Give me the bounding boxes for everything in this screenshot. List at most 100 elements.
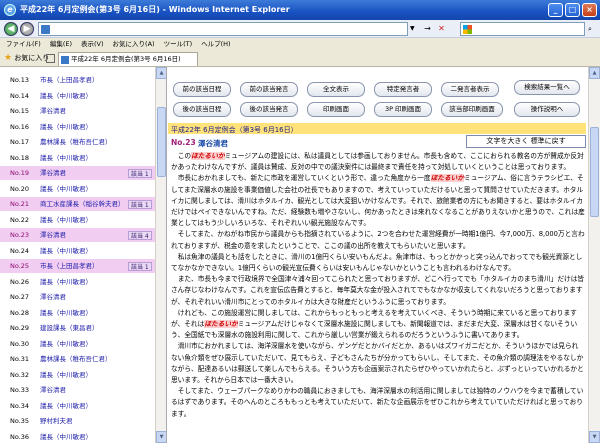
speaker-list-name[interactable]: 議長（中川敏君）	[40, 89, 92, 103]
speaker-list-number: No.20	[10, 184, 30, 193]
menu-help[interactable]: ヘルプ(H)	[201, 38, 230, 50]
speaker-list-number: No.21	[10, 200, 30, 208]
speaker-list-name[interactable]: 議長（中川敏君）	[40, 213, 92, 227]
scroll-thumb[interactable]	[157, 107, 166, 177]
speaker-list-name[interactable]: 野村利夫君	[40, 414, 73, 428]
speaker-list-name[interactable]: 澤谷清君	[40, 166, 66, 180]
next-day-button[interactable]: 後の該当日程	[173, 102, 231, 117]
speaker-list-name[interactable]: 議長（中川敏君）	[40, 244, 92, 258]
speaker-list-item[interactable]: No.25 市長（上田昌孝君） 該当 1	[0, 259, 155, 273]
speaker-list-name[interactable]: 農林課長（稚布吾仁君）	[40, 352, 112, 366]
speaker-list-name[interactable]: 市長（上田昌孝君）	[40, 259, 99, 273]
two-speakers-button[interactable]: 二発言者表示	[441, 82, 499, 97]
speaker-list-item[interactable]: No.18 議長（中川敏君）	[0, 151, 155, 165]
results-list-button[interactable]: 検索結果一覧へ	[514, 80, 580, 95]
scroll-up-icon[interactable]: ▲	[156, 67, 166, 79]
speaker-list-item[interactable]: No.32 議長（中川敏君）	[0, 368, 155, 382]
menu-view[interactable]: 表示(V)	[81, 38, 104, 50]
speaker-list-item[interactable]: No.21 商工水産課長（稲谷幹夫君） 該当 1	[0, 197, 155, 211]
address-input[interactable]	[38, 22, 408, 36]
speaker-list-item[interactable]: No.29 建設課長（東昌君）	[0, 321, 155, 335]
maximize-button[interactable]: □	[565, 3, 580, 17]
stop-icon[interactable]: ✕	[436, 23, 447, 34]
speaker-list-name[interactable]: 議長（中川敏君）	[40, 182, 92, 196]
menu-favorites[interactable]: お気に入り(A)	[113, 38, 155, 50]
speaker-list-item[interactable]: No.19 澤谷清君 該当 1	[0, 166, 155, 180]
content-scrollbar[interactable]: ▲ ▼	[588, 67, 600, 443]
speaker-list-item[interactable]: No.23 澤谷清君 該当 4	[0, 228, 155, 242]
speaker-list-item[interactable]: No.31 農林課長（稚布吾仁君）	[0, 352, 155, 366]
speaker-list-name[interactable]: 市長（上田昌孝君）	[40, 73, 99, 87]
print-matched-button[interactable]: 該当部印刷画面	[441, 102, 503, 117]
prev-day-button[interactable]: 前の該当日程	[173, 82, 231, 97]
speaker-list-name[interactable]: 農林課長（稚布吾仁君）	[40, 135, 112, 149]
menu-tools[interactable]: ツール(T)	[164, 38, 193, 50]
forward-button[interactable]: ▶	[20, 22, 34, 36]
specific-speaker-button[interactable]: 特定発言者	[374, 82, 432, 97]
speaker-list-item[interactable]: No.28 議長（中川敏君）	[0, 306, 155, 320]
favorites-button[interactable]: ★ お気に入り	[4, 53, 49, 64]
minimize-button[interactable]: _	[548, 3, 563, 17]
print-all-button[interactable]: 3P 印刷画面	[374, 102, 432, 117]
page-icon	[41, 25, 50, 34]
speaker-list-name[interactable]: 議長（中川敏君）	[40, 120, 92, 134]
speaker-list-item[interactable]: No.36 議長（中川敏君）	[0, 430, 155, 443]
menu-edit[interactable]: 編集(E)	[50, 38, 72, 50]
show-all-button[interactable]: 全文表示	[307, 82, 365, 97]
page-icon	[61, 56, 69, 64]
scroll-thumb[interactable]	[590, 127, 599, 217]
speaker-list-item[interactable]: No.35 野村利夫君	[0, 414, 155, 428]
speaker-list-item[interactable]: No.27 澤谷清君	[0, 290, 155, 304]
menu-file[interactable]: ファイル(F)	[6, 38, 41, 50]
speaker-list-item[interactable]: No.16 議長（中川敏君）	[0, 120, 155, 134]
print-screen-button[interactable]: 印刷画面	[307, 102, 365, 117]
speaker-list-number: No.16	[10, 122, 30, 131]
scroll-down-icon[interactable]: ▼	[589, 431, 600, 443]
search-hit-highlight: ほたるいか	[204, 320, 238, 329]
speaker-list-item[interactable]: No.30 議長（中川敏君）	[0, 337, 155, 351]
speaker-list-name[interactable]: 澤谷清君	[40, 383, 66, 397]
go-icon[interactable]: →	[422, 23, 433, 34]
speaker-list-name[interactable]: 澤谷清君	[40, 228, 66, 242]
speaker-list-name[interactable]: 議長（中川敏君）	[40, 306, 92, 320]
speaker-list-name[interactable]: 澤谷清君	[40, 104, 66, 118]
speaker-list-item[interactable]: No.17 農林課長（稚布吾仁君）	[0, 135, 155, 149]
speaker-list-number: No.13	[10, 76, 30, 84]
speaker-list-item[interactable]: No.20 議長（中川敏君）	[0, 182, 155, 196]
next-speaker-button[interactable]: 後の該当発言	[240, 102, 298, 117]
speaker-list-frame: No.13 市長（上田昌孝君） No.14 議長（中川敏君） No.15 澤谷清君 No.1…	[0, 67, 167, 443]
prev-speaker-button[interactable]: 前の該当発言	[240, 82, 298, 97]
speaker-list-name[interactable]: 議長（中川敏君）	[40, 399, 92, 413]
scroll-down-icon[interactable]: ▼	[156, 431, 166, 443]
speaker-list-name[interactable]: 議長（中川敏君）	[40, 151, 92, 165]
speaker-list-number: No.31	[10, 355, 30, 363]
close-button[interactable]: ×	[582, 3, 597, 17]
sidebar-scrollbar[interactable]: ▲ ▼	[155, 67, 166, 443]
speaker-list-item[interactable]: No.13 市長（上田昌孝君）	[0, 73, 155, 87]
speaker-list-item[interactable]: No.33 澤谷清君	[0, 383, 155, 397]
speaker-list-item[interactable]: No.15 澤谷清君	[0, 104, 155, 118]
search-go-icon[interactable]: ⌕	[588, 25, 592, 34]
speaker-list-name[interactable]: 建設課長（東昌君）	[40, 321, 99, 335]
quick-tabs-icon[interactable]	[46, 54, 55, 63]
speaker-list-name[interactable]: 澤谷清君	[40, 290, 66, 304]
speaker-list-item[interactable]: No.14 議長（中川敏君）	[0, 89, 155, 103]
window-title: 平成22年 6月定例会(第3号 6月16日) - Windows Interne…	[20, 5, 290, 14]
scroll-up-icon[interactable]: ▲	[589, 67, 600, 79]
speaker-list-name[interactable]: 議長（中川敏君）	[40, 430, 92, 443]
help-button[interactable]: 操作説明へ	[514, 102, 580, 117]
speaker-list-name[interactable]: 議長（中川敏君）	[40, 337, 92, 351]
search-input[interactable]	[460, 22, 585, 36]
tab-current[interactable]: 平成22年 6月定例会(第3号 6月16日)	[58, 52, 198, 66]
speaker-list-item[interactable]: No.24 議長（中川敏君）	[0, 244, 155, 258]
speaker-list-item[interactable]: No.26 議長（中川敏君）	[0, 275, 155, 289]
address-dropdown-icon[interactable]: ▼	[410, 23, 420, 35]
speaker-list-name[interactable]: 商工水産課長（稲谷幹夫君）	[40, 197, 125, 211]
back-button[interactable]: ◀	[4, 22, 18, 36]
speaker-list-name[interactable]: 議長（中川敏君）	[40, 275, 92, 289]
font-size-toggle[interactable]: 文字を大きく 標準に戻す	[466, 135, 586, 148]
speaker-list-item[interactable]: No.22 議長（中川敏君）	[0, 213, 155, 227]
speaker-list-number: No.34	[10, 401, 30, 410]
speaker-list-name[interactable]: 議長（中川敏君）	[40, 368, 92, 382]
speaker-list-item[interactable]: No.34 議長（中川敏君）	[0, 399, 155, 413]
